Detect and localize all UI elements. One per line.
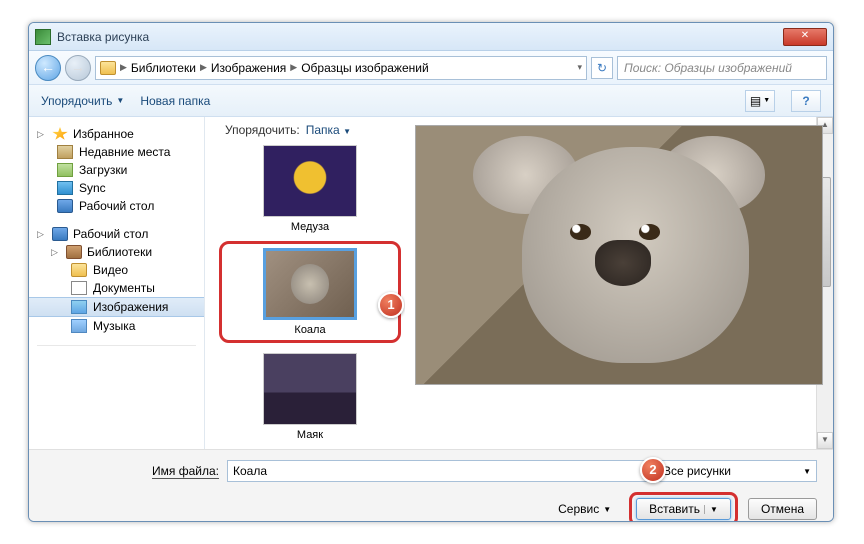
libraries-icon [66, 245, 82, 259]
sort-by-folder[interactable]: Папка ▼ [306, 123, 351, 137]
desktop-icon [52, 227, 68, 241]
recent-icon [57, 145, 73, 159]
folder-icon [100, 61, 116, 75]
back-button[interactable]: ← [35, 55, 61, 81]
sidebar-pictures[interactable]: Изображения [29, 297, 204, 317]
preview-pane [405, 117, 833, 449]
organize-label: Упорядочить: [225, 123, 300, 137]
preview-image-koala [415, 125, 823, 385]
pictures-icon [71, 300, 87, 314]
thumbnail-medusa [263, 145, 357, 217]
sidebar-sync[interactable]: Sync [29, 179, 204, 197]
forward-button[interactable]: → [65, 55, 91, 81]
star-icon [52, 127, 68, 141]
sidebar-video[interactable]: Видео [29, 261, 204, 279]
close-button[interactable]: ✕ [783, 28, 827, 46]
titlebar[interactable]: Вставка рисунка ✕ [29, 23, 833, 51]
desktop-group[interactable]: ▷Рабочий стол [29, 225, 204, 243]
annotation-highlight-1: Коала 1 [219, 241, 401, 343]
tools-menu[interactable]: Сервис▼ [558, 502, 611, 516]
file-koala-selected[interactable]: Коала [226, 248, 394, 336]
search-placeholder: Поиск: Образцы изображений [624, 61, 792, 75]
help-button[interactable]: ? [791, 90, 821, 112]
annotation-highlight-2: Вставить▼ [629, 492, 738, 522]
navigation-tree: ▷Избранное Недавние места Загрузки Sync … [29, 117, 205, 449]
sidebar-desktop[interactable]: Рабочий стол [29, 197, 204, 215]
annotation-badge-2: 2 [640, 457, 666, 483]
inner-toolbar: Упорядочить: Папка ▼ [225, 123, 351, 137]
sidebar-documents[interactable]: Документы [29, 279, 204, 297]
filename-label: Имя файла: [45, 464, 219, 478]
navigation-bar: ← → ▶ Библиотеки ▶ Изображения ▶ Образцы… [29, 51, 833, 85]
refresh-button[interactable]: ↻ [591, 57, 613, 79]
annotation-badge-1: 1 [378, 292, 404, 318]
file-medusa[interactable]: Медуза [223, 145, 397, 233]
search-input[interactable]: Поиск: Образцы изображений [617, 56, 827, 80]
file-type-filter[interactable]: Все рисунки▼ 2 [657, 460, 817, 482]
sidebar-downloads[interactable]: Загрузки [29, 161, 204, 179]
sidebar-music[interactable]: Музыка [29, 317, 204, 335]
downloads-icon [57, 163, 73, 177]
dialog-footer: Имя файла: Все рисунки▼ 2 Сервис▼ Встави… [29, 449, 833, 522]
sync-icon [57, 181, 73, 195]
document-icon [71, 281, 87, 295]
insert-button[interactable]: Вставить▼ [636, 498, 731, 520]
cancel-button[interactable]: Отмена [748, 498, 817, 520]
file-lighthouse[interactable]: Маяк [223, 353, 397, 441]
breadcrumb-libraries[interactable]: Библиотеки [131, 61, 196, 75]
window-title: Вставка рисунка [57, 30, 783, 44]
toolbar: Упорядочить▼ Новая папка ▤▼ ? [29, 85, 833, 117]
address-bar[interactable]: ▶ Библиотеки ▶ Изображения ▶ Образцы изо… [95, 56, 587, 80]
music-icon [71, 319, 87, 333]
favorites-group[interactable]: ▷Избранное [29, 125, 204, 143]
thumbnail-lighthouse [263, 353, 357, 425]
chevron-right-icon: ▶ [120, 62, 127, 73]
app-icon [35, 29, 51, 45]
filename-input[interactable] [227, 460, 649, 482]
new-folder-button[interactable]: Новая папка [140, 94, 210, 108]
desktop-icon [57, 199, 73, 213]
thumbnail-koala [263, 248, 357, 320]
chevron-down-icon[interactable]: ▾ [577, 62, 582, 73]
sidebar-recent-places[interactable]: Недавние места [29, 143, 204, 161]
breadcrumb-samples[interactable]: Образцы изображений [301, 61, 428, 75]
chevron-right-icon: ▶ [200, 62, 207, 73]
breadcrumb-pictures[interactable]: Изображения [211, 61, 286, 75]
organize-menu[interactable]: Упорядочить▼ [41, 94, 124, 108]
view-options-button[interactable]: ▤▼ [745, 90, 775, 112]
libraries-group[interactable]: ▷Библиотеки [29, 243, 204, 261]
file-list[interactable]: Медуза Коала 1 Маяк ▲ ▼ [205, 117, 405, 449]
chevron-right-icon: ▶ [290, 62, 297, 73]
folder-icon [71, 263, 87, 277]
insert-picture-dialog: Вставка рисунка ✕ ← → ▶ Библиотеки ▶ Изо… [28, 22, 834, 522]
